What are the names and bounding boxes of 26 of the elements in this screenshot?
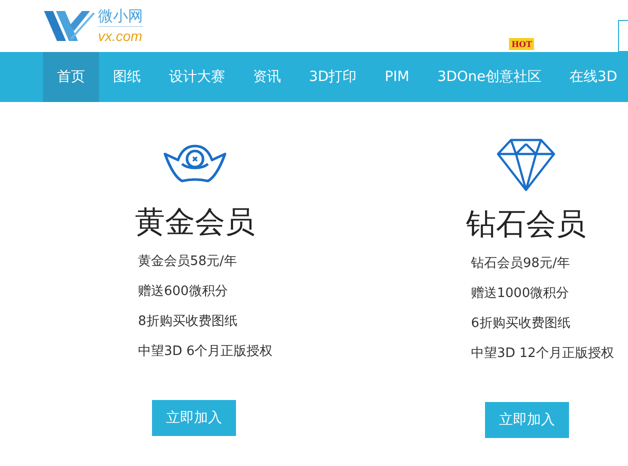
join-button[interactable]: 立即加入 [485,402,569,438]
plan-feature: 8折购买收费图纸 [138,313,238,331]
nav-tab[interactable]: 3D打印 [295,52,371,102]
logo-mark-icon [44,9,96,43]
plan-feature: 中望3D 6个月正版授权 [138,343,273,361]
plan-feature: 钻石会员98元/年 [471,255,571,273]
plan-title: 钻石会员 [466,208,586,241]
nav-tab[interactable]: 资讯 [239,52,295,102]
join-button[interactable]: 立即加入 [152,400,236,436]
plan-title: 黄金会员 [135,206,255,239]
nav-tab[interactable]: 在线3D [556,52,628,102]
plan-feature: 黄金会员58元/年 [138,253,238,271]
nav-tab[interactable]: PIM [370,52,424,102]
site-logo[interactable]: 微小网 vx.com [44,9,143,43]
diamond-icon [496,138,556,192]
nav-tab[interactable]: 设计大赛 [155,52,239,102]
nav-tab[interactable]: 3DOne创意社区 [423,52,556,102]
logo-domain: vx.com [98,26,143,43]
logo-name: 微小网 [98,9,143,24]
hot-badge: HOT [509,38,534,50]
plan-feature: 赠送600微积分 [138,283,229,301]
nav-tab[interactable]: 图纸 [99,52,155,102]
nav-tab[interactable]: 首页 [43,52,99,102]
plan-feature: 赠送1000微积分 [471,285,570,303]
plan-feature: 6折购买收费图纸 [471,315,572,333]
plan-feature: 中望3D 12个月正版授权 [471,345,614,363]
